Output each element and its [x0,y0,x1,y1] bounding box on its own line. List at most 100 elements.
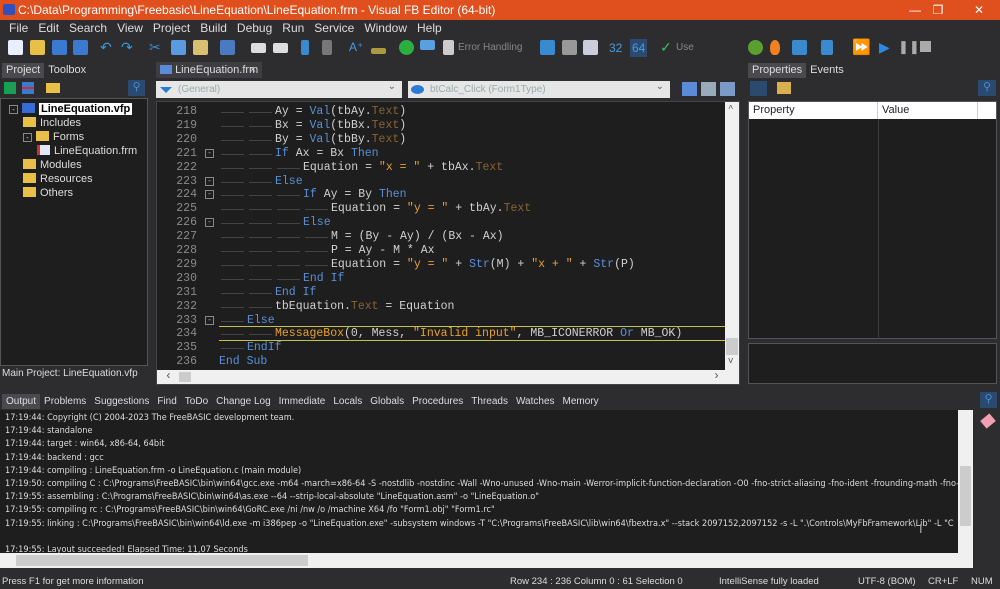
tab-threads[interactable]: Threads [467,394,512,409]
view-code-icon[interactable] [682,82,697,96]
tab-todo[interactable]: ToDo [181,394,212,409]
close-tab-button[interactable]: × [247,62,259,78]
error-handling-dropdown[interactable]: Error Handling [458,42,522,53]
hscroll-thumb[interactable] [179,372,191,382]
find-icon[interactable] [220,40,235,55]
build-bundle-icon[interactable] [821,40,833,55]
suggestions-icon[interactable] [420,40,435,50]
menu-service[interactable]: Service [309,20,359,37]
compile-icon[interactable] [748,40,763,55]
tab-change-log[interactable]: Change Log [212,394,275,409]
output-console[interactable]: 17:19:44: Copyright (C) 2004-2023 The Fr… [0,410,962,555]
procedure-combo[interactable]: btCalc_Click (Form1Type) [408,78,670,98]
view-form-icon[interactable] [701,82,716,96]
tree-item[interactable]: Modules [23,158,82,172]
eraser-icon[interactable] [980,413,996,429]
outdent-icon[interactable] [273,43,288,53]
menu-help[interactable]: Help [412,20,447,37]
save-icon[interactable] [52,40,67,55]
menu-project[interactable]: Project [148,20,195,37]
folder-dropdown-icon[interactable] [46,83,60,93]
code-line[interactable]: Else [219,216,331,229]
run-icon[interactable]: ▶ [879,39,890,56]
make-icon[interactable] [770,40,780,55]
code-line[interactable]: Equation = "y = " + tbAy.Text [219,202,531,215]
redo-icon[interactable]: ↷ [121,40,136,55]
fold-toggle[interactable]: - [205,315,214,325]
tab-problems[interactable]: Problems [40,394,90,409]
code-line[interactable]: M = (By - Ay) / (Bx - Ax) [219,230,504,243]
collapse-icon[interactable]: - [9,105,18,114]
menu-build[interactable]: Build [195,20,232,37]
uncomment-icon[interactable] [322,40,332,55]
tab-immediate[interactable]: Immediate [275,394,330,409]
code-line[interactable]: Ay = Val(tbAy.Text) [219,105,406,118]
tab-find[interactable]: Find [153,394,180,409]
collapse-icon[interactable]: - [23,133,32,142]
form-view-icon[interactable] [540,40,555,55]
code-line[interactable]: Else [219,314,275,327]
fold-toggle[interactable]: - [205,176,214,186]
tree-item[interactable]: Others [23,186,73,200]
format-icon[interactable]: A⁺ [349,40,364,55]
code-line[interactable]: By = Val(tbBy.Text) [219,133,406,146]
code-line[interactable]: If Ay = By Then [219,188,407,201]
code-view-icon[interactable] [562,40,577,55]
scroll-down-icon[interactable]: v [728,356,733,366]
add-icon[interactable] [4,82,16,94]
tab-suggestions[interactable]: Suggestions [90,394,153,409]
code-line[interactable]: If Ax = Bx Then [219,147,379,160]
pin-icon[interactable]: ⚲ [980,392,997,408]
pause-icon[interactable]: ❚❚ [898,39,920,55]
tab-project[interactable]: Project [2,63,45,78]
view-split-icon[interactable] [720,82,735,96]
status-encoding[interactable]: UTF-8 (BOM) [858,574,916,589]
cut-icon[interactable]: ✂ [149,40,164,55]
tab-locals[interactable]: Locals [329,394,366,409]
comment-icon[interactable] [301,40,309,55]
tree-item[interactable]: - LineEquation.vfp [9,102,133,116]
copy-icon[interactable] [171,40,186,55]
properties-grid[interactable]: Property Value [748,101,997,339]
code-line[interactable]: Else [219,175,303,188]
tab-toolbox[interactable]: Toolbox [44,63,90,78]
split-view-icon[interactable] [583,40,598,55]
code-line[interactable]: Equation = "x = " + tbAx.Text [219,161,503,174]
scroll-thumb[interactable] [960,466,971,526]
paste-icon[interactable] [193,40,208,55]
error-handling-icon[interactable] [443,40,454,55]
fold-toggle[interactable]: - [205,190,214,200]
unformat-icon[interactable] [371,48,386,54]
open-folder-icon[interactable] [30,40,45,55]
menu-debug[interactable]: Debug [232,20,277,37]
menu-run[interactable]: Run [277,20,309,37]
code-line[interactable]: P = Ay - M * Ax [219,244,435,257]
object-combo[interactable]: (General) [156,78,402,98]
code-line[interactable]: End Sub [219,355,267,368]
code-editor[interactable]: ^ v ‹ › 218 Ay = Val(tbAy.Text) 219 Bx = … [156,101,740,385]
code-line[interactable]: tbEquation.Text = Equation [219,300,454,313]
tab-output[interactable]: Output [2,394,41,409]
indent-icon[interactable] [251,43,266,53]
menu-view[interactable]: View [112,20,148,37]
pin-icon[interactable]: ⚲ [978,80,996,96]
categorized-icon[interactable] [750,81,767,96]
scroll-left-icon[interactable]: ‹ [165,370,172,383]
close-button[interactable]: ✕ [962,0,996,20]
sort-icon[interactable] [777,82,791,94]
tree-item[interactable]: LineEquation.frm [37,144,137,158]
scroll-up-icon[interactable]: ^ [728,104,733,114]
code-line[interactable]: Bx = Val(tbBx.Text) [219,119,406,132]
menu-edit[interactable]: Edit [33,20,64,37]
code-line[interactable]: End If [219,286,316,299]
editor-tab[interactable]: LineEquation.frm × [156,62,262,78]
status-eol[interactable]: CR+LF [928,574,958,589]
tree-item[interactable]: Resources [23,172,93,186]
tree-item[interactable]: - Forms [23,130,84,144]
fold-toggle[interactable]: - [205,218,214,228]
code-line[interactable]: EndIf [219,341,282,354]
output-vscrollbar[interactable] [958,410,973,553]
code-line[interactable]: End If [219,272,344,285]
syntax-check-icon[interactable] [399,40,414,55]
build-icon[interactable] [792,40,807,55]
